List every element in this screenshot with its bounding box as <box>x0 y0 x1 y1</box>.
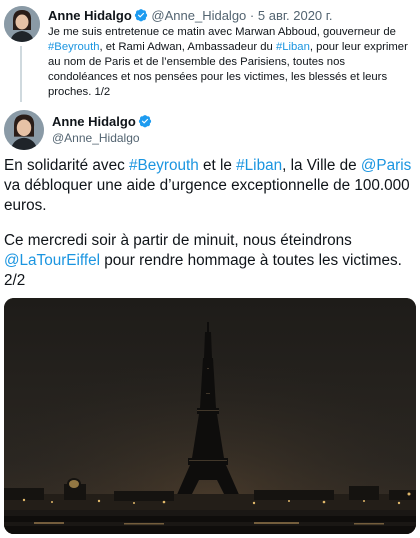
author-name[interactable]: Anne Hidalgo <box>48 8 132 23</box>
avatar-image <box>4 6 40 42</box>
author-avatar[interactable] <box>4 110 44 150</box>
verified-badge-icon <box>138 114 152 128</box>
tweet-text-segment: En solidarité avec <box>4 157 129 174</box>
tweet-text-segment: Je me suis entretenue ce matin avec Marw… <box>48 26 396 38</box>
separator-dot: · <box>249 8 255 23</box>
verified-badge-icon <box>134 8 148 22</box>
main-tweet-header: Anne Hidalgo <box>52 114 152 129</box>
tweet-text-segment: Ce mercredi soir à partir de minuit, nou… <box>4 232 352 249</box>
hashtag-beyrouth-link[interactable]: #Beyrouth <box>48 41 100 53</box>
author-handle[interactable]: @Anne_Hidalgo <box>151 8 246 23</box>
parent-tweet[interactable]: Anne Hidalgo @Anne_Hidalgo · 5 авг. 2020… <box>0 0 420 104</box>
tweet-text: Je me suis entretenue ce matin avec Marw… <box>48 25 414 100</box>
tweet-header: Anne Hidalgo @Anne_Hidalgo · 5 авг. 2020… <box>48 8 333 23</box>
tweet-paragraph-2: Ce mercredi soir à partir de minuit, nou… <box>4 231 414 291</box>
tweet-text-segment: et le <box>198 157 237 174</box>
mention-paris-link[interactable]: @Paris <box>361 157 411 174</box>
hashtag-liban-link[interactable]: #Liban <box>236 157 282 174</box>
tweet-text-segment: , la Ville de <box>282 157 361 174</box>
tweet-text-segment: , et Rami Adwan, Ambassadeur du <box>99 41 276 53</box>
mention-latoureiffel-link[interactable]: @LaTourEiffel <box>4 252 100 269</box>
tweet-photo[interactable] <box>4 298 416 534</box>
thread-connector-line <box>20 46 22 102</box>
tweet-paragraph-1: En solidarité avec #Beyrouth et le #Liba… <box>4 156 414 216</box>
eiffel-tower-night-photo <box>4 298 416 534</box>
tweet-date[interactable]: 5 авг. 2020 г. <box>258 8 333 23</box>
tweet-text-segment: va débloquer une aide d’urgence exceptio… <box>4 177 410 214</box>
author-handle[interactable]: @Anne_Hidalgo <box>52 131 140 146</box>
author-avatar[interactable] <box>4 6 40 42</box>
hashtag-liban-link[interactable]: #Liban <box>276 41 310 53</box>
avatar-image <box>4 110 44 150</box>
author-name[interactable]: Anne Hidalgo <box>52 114 136 129</box>
hashtag-beyrouth-link[interactable]: #Beyrouth <box>129 157 199 174</box>
